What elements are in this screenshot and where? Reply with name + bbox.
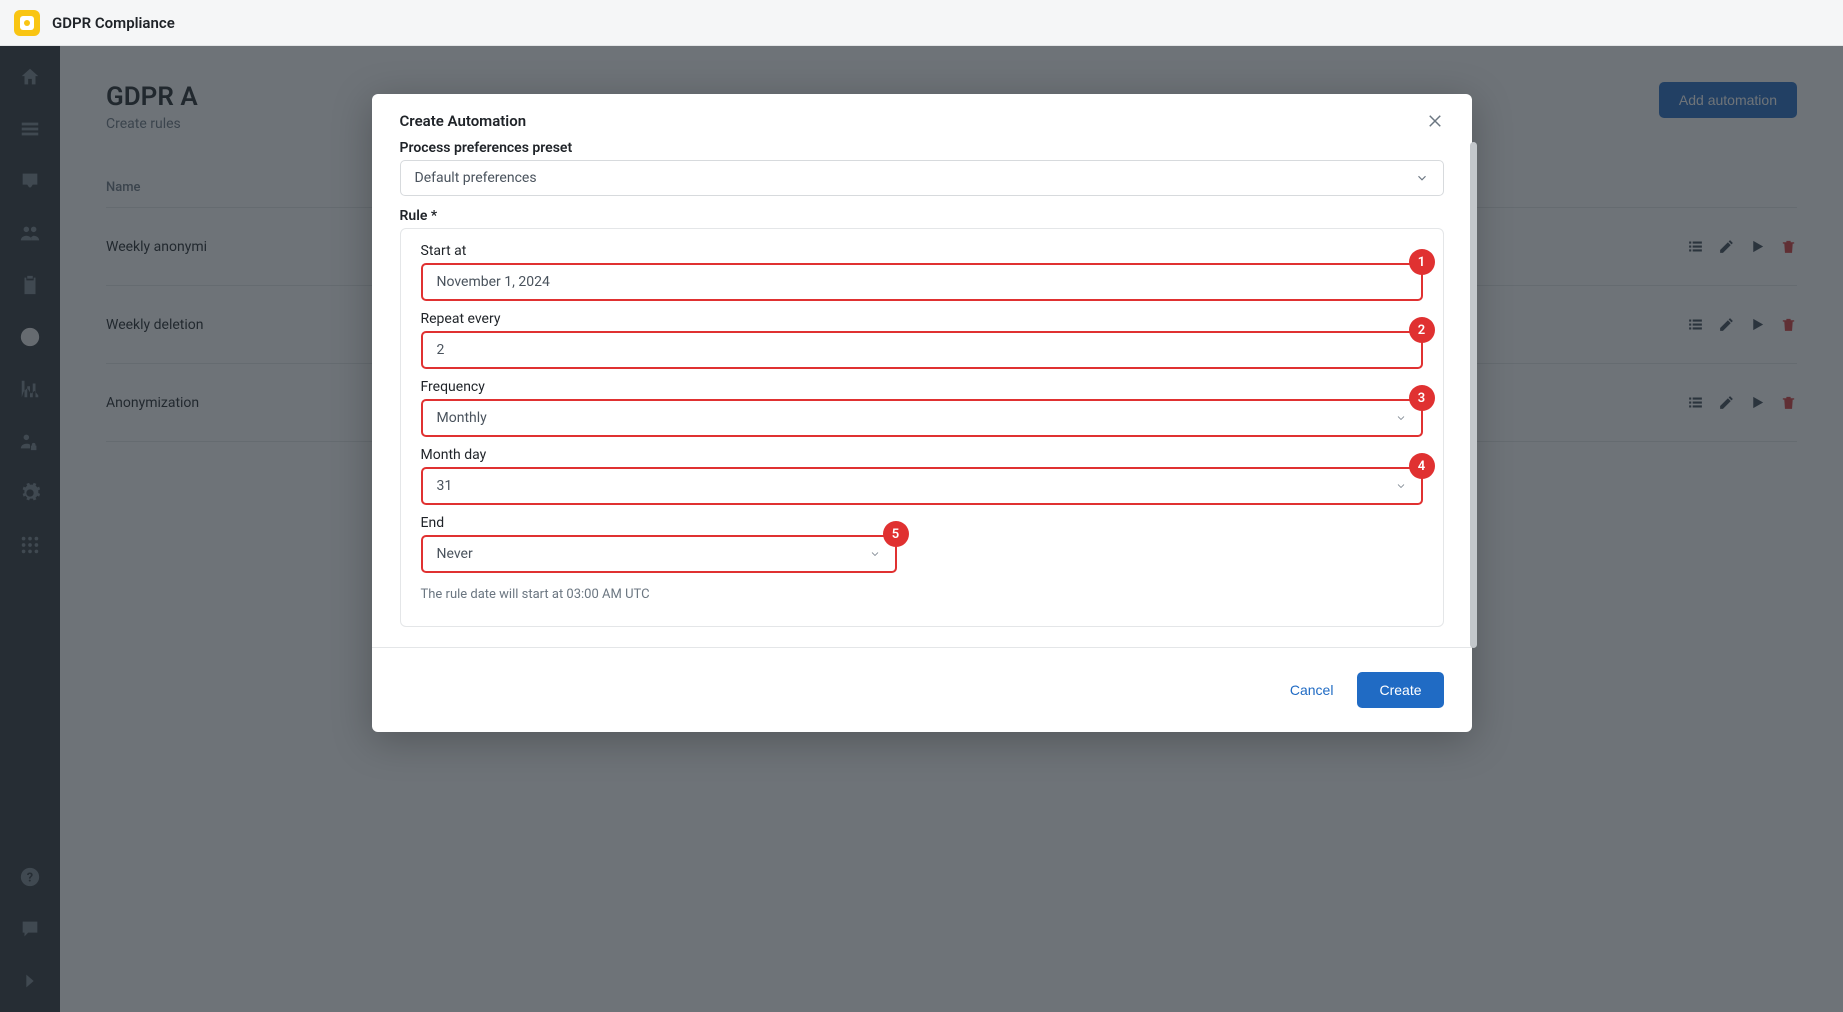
close-icon[interactable] <box>1426 112 1444 130</box>
rule-group: Start at November 1, 2024 1 Repeat every… <box>400 228 1444 627</box>
month-day-value: 31 <box>437 478 453 494</box>
repeat-every-input[interactable]: 2 <box>421 331 1423 369</box>
app-logo-icon <box>14 10 40 36</box>
chevron-down-icon <box>1395 480 1407 492</box>
rule-hint: The rule date will start at 03:00 AM UTC <box>421 587 1423 602</box>
callout-badge-2: 2 <box>1409 317 1435 343</box>
repeat-label: Repeat every <box>421 311 1423 327</box>
start-label: Start at <box>421 243 1423 259</box>
modal-scrollbar[interactable] <box>1470 142 1477 648</box>
preset-value: Default preferences <box>415 170 537 186</box>
monthday-label: Month day <box>421 447 1423 463</box>
app-title: GDPR Compliance <box>52 14 175 32</box>
create-button[interactable]: Create <box>1357 672 1443 708</box>
chevron-down-icon <box>869 548 881 560</box>
callout-badge-5: 5 <box>883 521 909 547</box>
app-header: GDPR Compliance <box>0 0 1843 46</box>
create-automation-modal: Create Automation Process preferences pr… <box>372 94 1472 732</box>
repeat-value: 2 <box>437 342 445 358</box>
frequency-select[interactable]: Monthly <box>421 399 1423 437</box>
month-day-select[interactable]: 31 <box>421 467 1423 505</box>
end-select[interactable]: Never <box>421 535 897 573</box>
preset-select[interactable]: Default preferences <box>400 160 1444 196</box>
modal-title: Create Automation <box>400 112 527 130</box>
chevron-down-icon <box>1395 412 1407 424</box>
frequency-label: Frequency <box>421 379 1423 395</box>
end-label: End <box>421 515 1423 531</box>
callout-badge-3: 3 <box>1409 385 1435 411</box>
start-at-value: November 1, 2024 <box>437 274 550 290</box>
callout-badge-1: 1 <box>1409 249 1435 275</box>
frequency-value: Monthly <box>437 410 487 426</box>
cancel-button[interactable]: Cancel <box>1290 682 1334 698</box>
start-at-input[interactable]: November 1, 2024 <box>421 263 1423 301</box>
preset-label: Process preferences preset <box>400 140 1444 156</box>
chevron-down-icon <box>1415 171 1429 185</box>
callout-badge-4: 4 <box>1409 453 1435 479</box>
rule-label: Rule * <box>400 208 1444 224</box>
modal-overlay: Create Automation Process preferences pr… <box>0 46 1843 1012</box>
end-value: Never <box>437 546 473 562</box>
